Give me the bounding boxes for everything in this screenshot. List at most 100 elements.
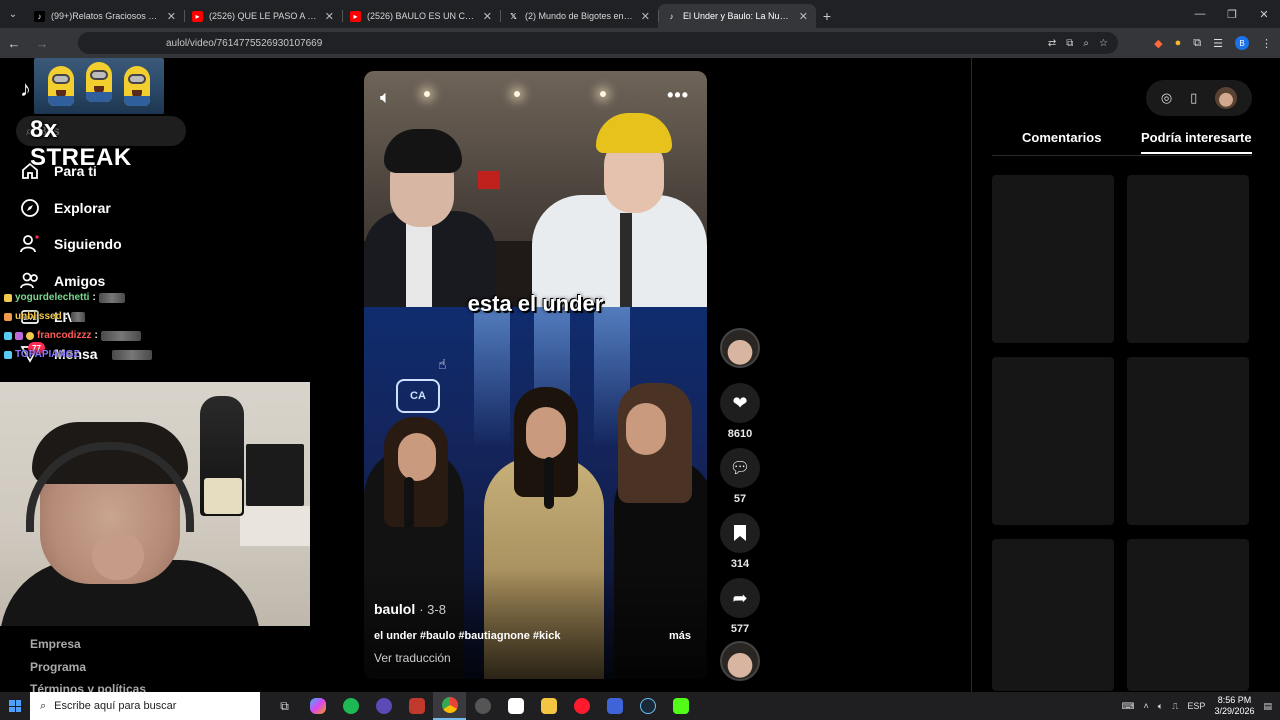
copilot-icon[interactable]: [301, 692, 334, 720]
obs-icon[interactable]: [367, 692, 400, 720]
tab-search-menu-button[interactable]: ⌄: [0, 0, 26, 28]
install-app-icon[interactable]: ⧉: [1066, 38, 1073, 49]
steam-icon[interactable]: [631, 692, 664, 720]
tab-comentarios[interactable]: Comentarios: [1022, 130, 1101, 154]
sound-avatar-button[interactable]: [719, 641, 761, 681]
browser-tab-3[interactable]: ▸ (2526) BAULO ES UN CONEJITO ✕: [342, 4, 500, 28]
close-tab-icon[interactable]: ✕: [483, 10, 492, 23]
sidebar-item-siguiendo[interactable]: Siguiendo: [20, 231, 122, 257]
tab-title: (2526) QUE LE PASO A MATIAS: [209, 11, 319, 21]
keyboard-icon[interactable]: ⌨: [1121, 701, 1134, 712]
kick-icon[interactable]: [664, 692, 697, 720]
author-avatar-button[interactable]: [719, 328, 761, 368]
right-panel: ◎ ▯ Comentarios Podría interesarte: [971, 58, 1280, 692]
video-author[interactable]: baulol · 3-8: [374, 601, 446, 617]
minions-image: [34, 58, 164, 114]
tab-podria-interesarte[interactable]: Podría interesarte: [1141, 130, 1252, 154]
sidebar-item-explorar[interactable]: Explorar: [20, 195, 111, 221]
webcam-person-hand: [92, 532, 144, 580]
taskbar-search-placeholder: Escribe aquí para buscar: [54, 700, 177, 712]
close-tab-icon[interactable]: ✕: [641, 10, 650, 23]
share-button[interactable]: ➦ 577: [719, 578, 761, 635]
clock[interactable]: 8:56 PM 3/29/2026: [1214, 695, 1254, 717]
recommendation-card[interactable]: [992, 539, 1114, 691]
user-avatar[interactable]: [1215, 87, 1238, 109]
language-indicator[interactable]: ESP: [1187, 701, 1205, 711]
sidebar-item-label: Explorar: [54, 200, 111, 216]
extension-color-icon[interactable]: ●: [1175, 37, 1182, 49]
reading-list-icon[interactable]: ☰: [1213, 37, 1223, 50]
more-options-icon[interactable]: •••: [667, 85, 689, 106]
video-caption[interactable]: el under #baulo #bautiagnone #kick: [374, 630, 560, 642]
opera-icon[interactable]: [565, 692, 598, 720]
chat-username: TOPAPIANGZ: [15, 349, 80, 360]
chat-separator: :: [64, 311, 69, 322]
recommendation-card[interactable]: [992, 357, 1114, 525]
search-icon: ⌕: [40, 699, 47, 712]
tiktok-favicon-icon: ♪: [669, 11, 674, 21]
windows-start-icon[interactable]: [0, 692, 30, 720]
webcam-tv: [246, 444, 304, 506]
new-tab-button[interactable]: +: [816, 4, 838, 28]
close-tab-icon[interactable]: ✕: [799, 10, 808, 23]
task-view-icon[interactable]: ⧉: [268, 692, 301, 720]
address-bar[interactable]: aulol/video/7614775526930107669 ⇄ ⧉ ⌕ ☆: [78, 32, 1118, 54]
bookmark-star-icon[interactable]: ☆: [1099, 38, 1108, 49]
minimize-icon[interactable]: —: [1184, 0, 1216, 28]
x-favicon-icon: 𝕏: [510, 11, 517, 21]
bookmark-icon: [720, 513, 760, 553]
volume-icon[interactable]: 🔈︎: [380, 87, 391, 108]
footer-link-empresa[interactable]: Empresa: [30, 637, 81, 651]
forward-arrow-icon[interactable]: →: [28, 28, 56, 58]
chat-separator: :: [94, 330, 98, 341]
save-button[interactable]: 314: [719, 513, 761, 570]
close-tab-icon[interactable]: ✕: [167, 10, 176, 23]
discord-icon[interactable]: [499, 692, 532, 720]
taskbar-search-input[interactable]: ⌕ Escribe aquí para buscar: [30, 692, 260, 720]
mobile-device-icon[interactable]: ▯: [1190, 90, 1197, 106]
browser-tab-5-active[interactable]: ♪ El Under y Baulo: La Nueva Era ✕: [658, 4, 816, 28]
app-blue-icon[interactable]: [598, 692, 631, 720]
network-icon[interactable]: ⎍: [1172, 701, 1178, 712]
extension-fire-icon[interactable]: ◆: [1154, 37, 1162, 50]
recommendation-card[interactable]: [1127, 175, 1249, 343]
back-arrow-icon[interactable]: ←: [0, 28, 28, 58]
browser-menu-icon[interactable]: ⋮: [1261, 37, 1272, 50]
extensions-puzzle-icon[interactable]: ⧉: [1193, 37, 1201, 50]
heart-icon: ❤: [720, 383, 760, 423]
spotify-icon[interactable]: [334, 692, 367, 720]
browser-toolbar: ← → aulol/video/7614775526930107669 ⇄ ⧉ …: [0, 28, 1280, 58]
window-controls: — ❐ ✕: [1184, 0, 1280, 28]
browser-tab-1[interactable]: ♪ (99+)Relatos Graciosos de Polic ✕: [26, 4, 184, 28]
recommendation-card[interactable]: [1127, 357, 1249, 525]
close-tab-icon[interactable]: ✕: [325, 10, 334, 23]
recommendation-card[interactable]: [992, 175, 1114, 343]
restore-icon[interactable]: ❐: [1216, 0, 1248, 28]
video-player[interactable]: CA esta el under 🔈︎ ••• baulol · 3-8 el u…: [364, 71, 707, 679]
translate-icon[interactable]: ⇄: [1048, 38, 1056, 49]
comment-button[interactable]: 💬︎ 57: [719, 448, 761, 505]
browser-tab-4[interactable]: 𝕏 (2) Mundo de Bigotes en X: "ht ✕: [500, 4, 658, 28]
compass-icon[interactable]: ◎: [1161, 90, 1172, 106]
tray-overflow-icon[interactable]: ˄: [1143, 701, 1148, 711]
footer-link-programa[interactable]: Programa: [30, 660, 86, 674]
like-button[interactable]: ❤ 8610: [719, 383, 761, 440]
profile-avatar-icon[interactable]: B: [1235, 36, 1249, 50]
recorder-icon[interactable]: [400, 692, 433, 720]
translate-link[interactable]: Ver traducción: [374, 651, 451, 665]
chat-emote-icon: [98, 292, 125, 303]
chat-username: francodizzz: [37, 330, 92, 341]
chat-message: francodizzz :: [4, 326, 164, 345]
video-frame-top: [364, 71, 707, 307]
caption-more-link[interactable]: más: [669, 630, 691, 642]
notifications-icon[interactable]: ▤: [1263, 701, 1272, 712]
zoom-icon[interactable]: ⌕: [1083, 38, 1089, 49]
footer-link-terminos[interactable]: Términos y políticas: [30, 682, 146, 692]
browser-tab-2[interactable]: ▸ (2526) QUE LE PASO A MATIAS ✕: [184, 4, 342, 28]
volume-tray-icon[interactable]: 🔈︎: [1158, 701, 1163, 712]
close-window-icon[interactable]: ✕: [1248, 0, 1280, 28]
chrome-profile-icon[interactable]: [466, 692, 499, 720]
chrome-icon[interactable]: [433, 692, 466, 720]
recommendation-card[interactable]: [1127, 539, 1249, 691]
file-explorer-icon[interactable]: [532, 692, 565, 720]
